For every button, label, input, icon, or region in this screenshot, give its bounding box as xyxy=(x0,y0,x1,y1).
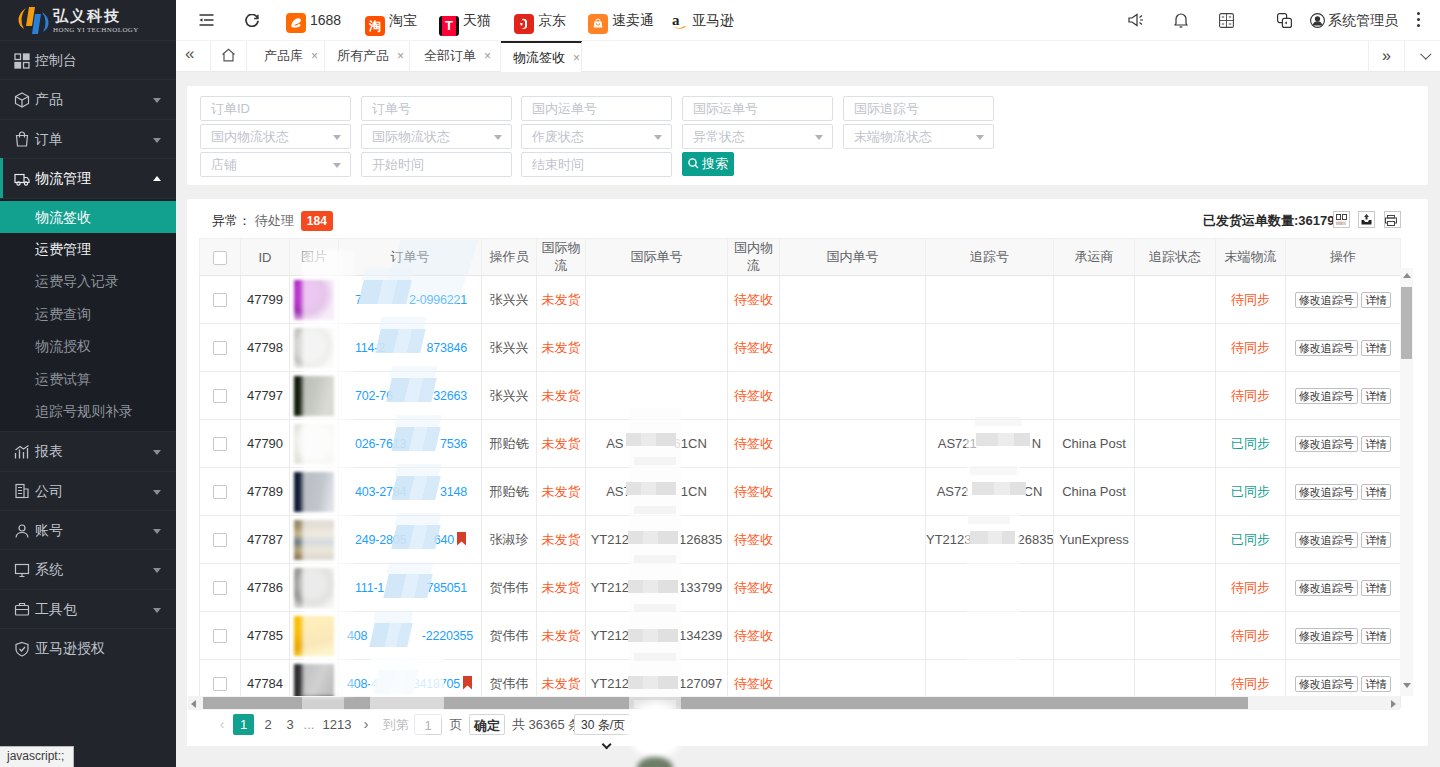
svg-text:a: a xyxy=(672,12,680,28)
